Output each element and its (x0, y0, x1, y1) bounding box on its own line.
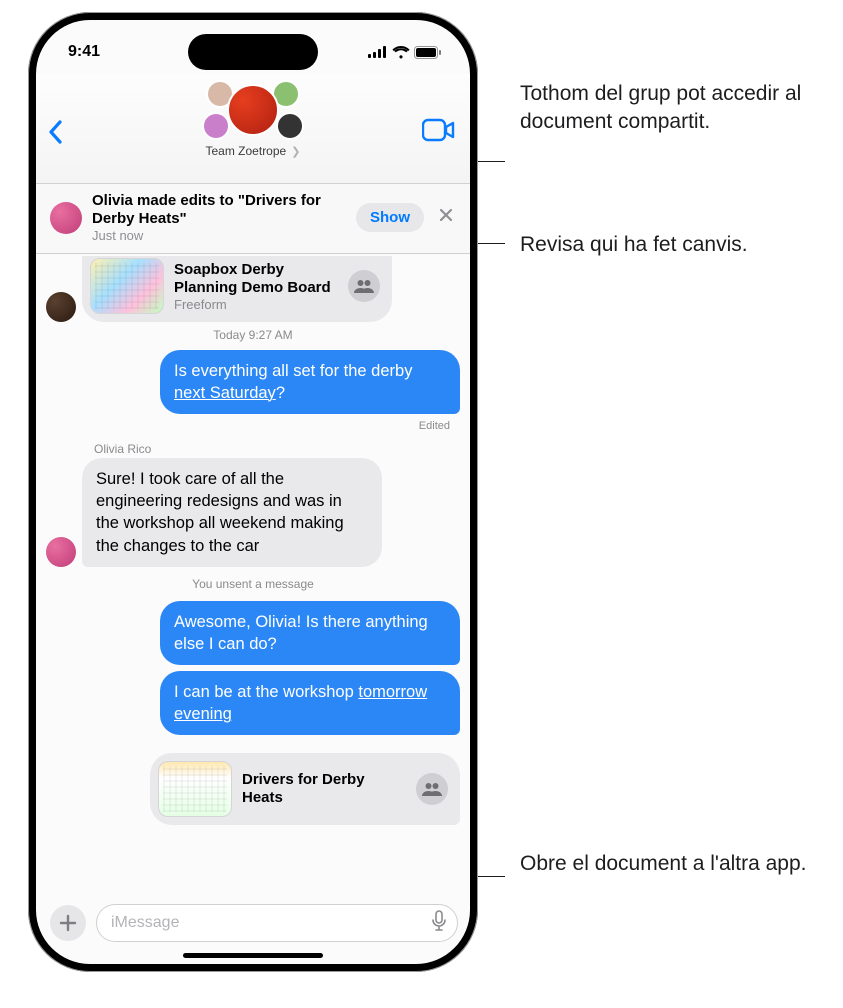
home-indicator (183, 953, 323, 958)
shared-document-card[interactable]: Drivers for Derby Heats (150, 753, 460, 825)
banner-title: Olivia made edits to "Drivers for Derby … (92, 192, 346, 228)
member-avatar (276, 112, 304, 140)
callout-review-changes: Revisa qui ha fet canvis. (520, 231, 830, 259)
back-button[interactable] (46, 118, 64, 151)
conversation-scroll[interactable]: Soapbox Derby Planning Demo Board Freefo… (36, 256, 470, 890)
add-attachment-button[interactable] (50, 905, 86, 941)
sent-message-bubble[interactable]: Awesome, Olivia! Is there anything else … (160, 601, 460, 665)
compose-bar: iMessage (36, 896, 470, 950)
sender-name-label: Olivia Rico (94, 442, 460, 456)
shared-freeform-card[interactable]: Soapbox Derby Planning Demo Board Freefo… (82, 256, 392, 322)
conversation-header: Team Zoetrope ❯ (36, 74, 470, 184)
dynamic-island (188, 34, 318, 70)
cellular-icon (368, 46, 388, 58)
battery-icon (414, 46, 442, 59)
freeform-thumbnail (90, 258, 164, 314)
group-main-avatar (227, 84, 279, 136)
collaborators-icon[interactable] (348, 270, 380, 302)
wifi-icon (392, 46, 410, 59)
dismiss-banner-button[interactable] (434, 202, 458, 233)
show-changes-button[interactable]: Show (356, 203, 424, 232)
callout-open-document: Obre el document a l'altra app. (520, 850, 830, 878)
member-avatar (202, 112, 230, 140)
card-title: Soapbox Derby Planning Demo Board (174, 261, 338, 297)
message-placeholder: iMessage (111, 914, 431, 932)
day-timestamp: Today 9:27 AM (46, 328, 460, 342)
date-link[interactable]: next Saturday (174, 384, 276, 402)
sender-avatar (46, 537, 76, 567)
dictation-button[interactable] (431, 910, 447, 937)
card-title: Drivers for Derby Heats (242, 771, 406, 807)
sent-message-bubble[interactable]: I can be at the workshop tomorrow evenin… (160, 671, 460, 735)
document-thumbnail (158, 761, 232, 817)
sender-avatar (46, 292, 76, 322)
collaborators-icon[interactable] (416, 773, 448, 805)
facetime-button[interactable] (422, 118, 456, 147)
callout-group-access: Tothom del grup pot accedir al document … (520, 80, 830, 137)
chat-title-button[interactable]: Team Zoetrope ❯ (36, 144, 470, 158)
edited-indicator: Edited (46, 420, 450, 432)
editor-avatar (50, 202, 82, 234)
card-source-app: Freeform (174, 297, 338, 312)
iphone-frame: 9:41 (28, 12, 478, 972)
sent-message-bubble[interactable]: Is everything all set for the derby next… (160, 350, 460, 414)
group-avatar-cluster[interactable] (198, 78, 308, 142)
message-input[interactable]: iMessage (96, 904, 458, 942)
banner-timestamp: Just now (92, 228, 346, 243)
received-message-bubble[interactable]: Sure! I took care of all the engineering… (82, 458, 382, 566)
chat-title-label: Team Zoetrope (206, 144, 287, 158)
chevron-right-icon: ❯ (288, 146, 300, 158)
status-time: 9:41 (68, 43, 100, 61)
unsent-notice: You unsent a message (46, 577, 460, 591)
collaboration-banner: Olivia made edits to "Drivers for Derby … (36, 184, 470, 254)
